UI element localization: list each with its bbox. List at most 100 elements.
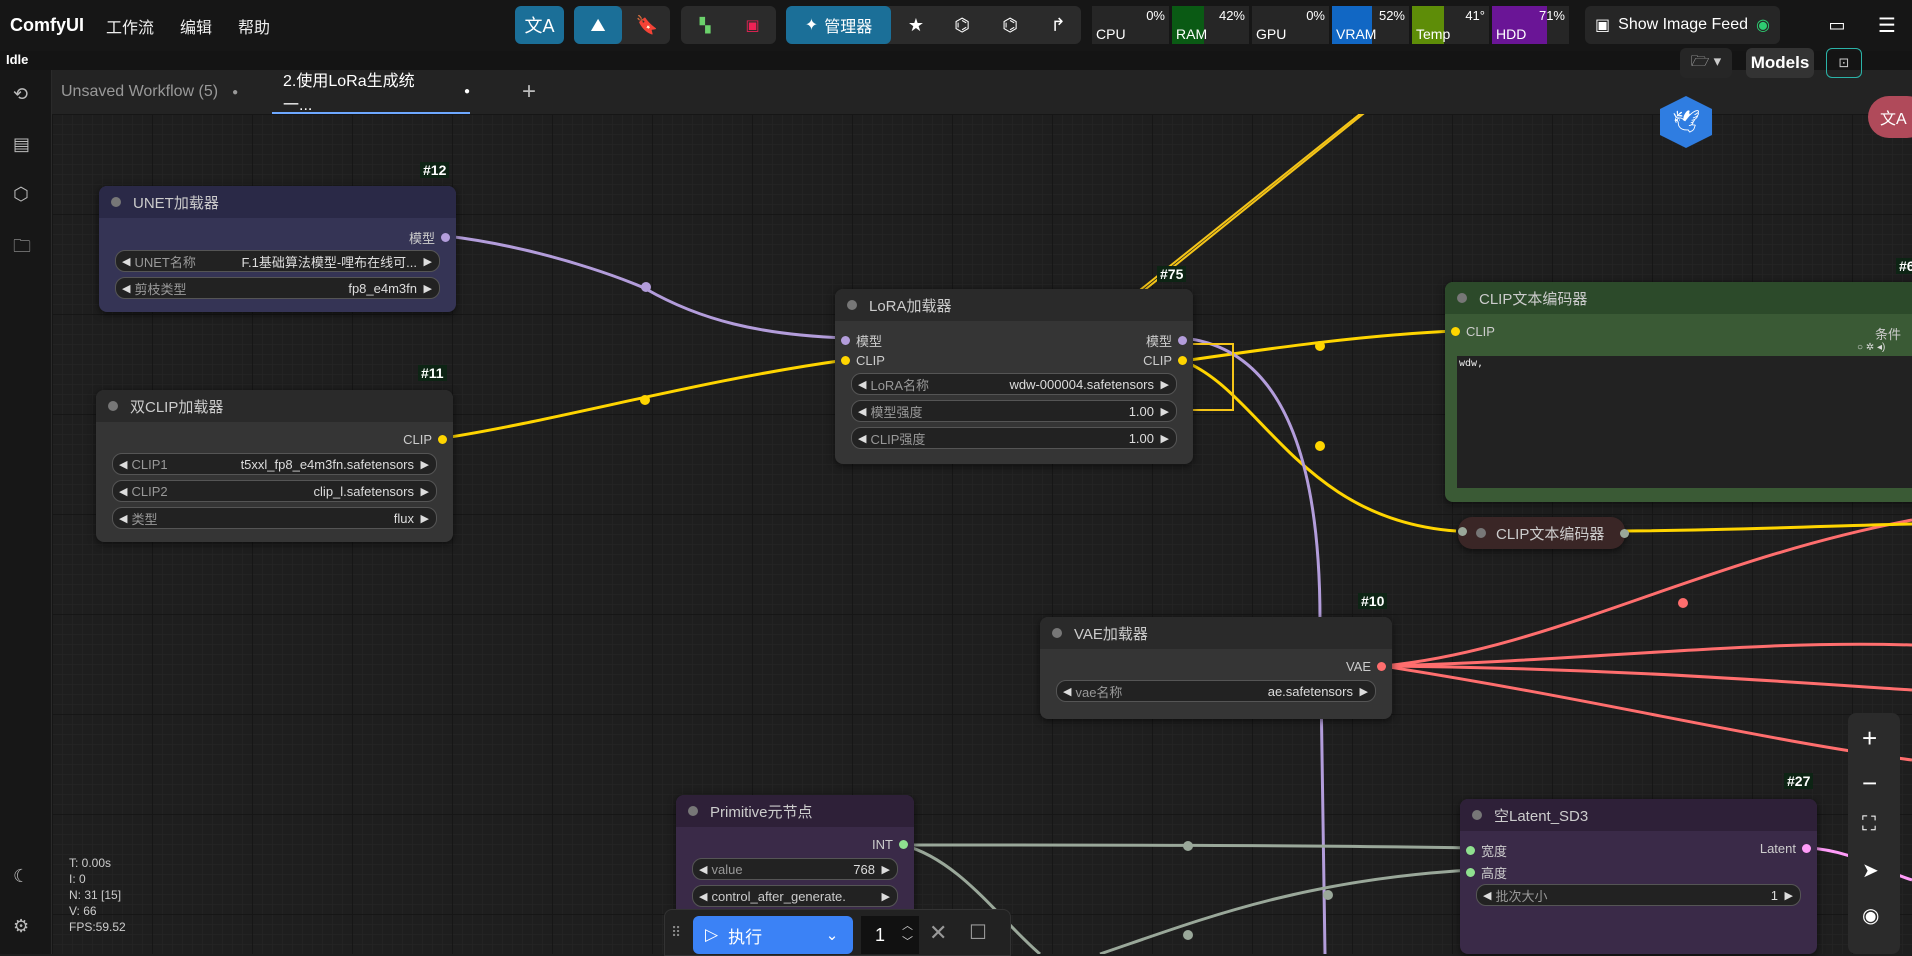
arrow-right-icon[interactable]: ▶ bbox=[1360, 685, 1368, 698]
node-empty-latent-sd3[interactable]: 空Latent_SD3 宽度 高度 Latent ◀ 批次大小 1 ▶ bbox=[1460, 799, 1817, 954]
arrow-right-icon[interactable]: ▶ bbox=[882, 890, 890, 903]
widget-batch-size[interactable]: ◀ 批次大小 1 ▶ bbox=[1476, 884, 1801, 906]
hamburger-menu-button[interactable]: ☰ bbox=[1870, 6, 1904, 44]
arrow-left-icon[interactable]: ◀ bbox=[119, 458, 127, 471]
batch-count-input[interactable]: 1 ︿ ﹀ bbox=[861, 916, 919, 954]
node-lora-loader[interactable]: LoRA加载器 模型 CLIP 模型 CLIP ◀ LoRA名称 wdw-000… bbox=[835, 289, 1193, 464]
node-title[interactable]: 双CLIP加载器 bbox=[96, 390, 453, 422]
cancel-icon[interactable]: ✕ bbox=[929, 920, 947, 946]
widget-lora-name[interactable]: ◀ LoRA名称 wdw-000004.safetensors ▶ bbox=[851, 373, 1177, 395]
widget-control-after-generate[interactable]: ◀ control_after_generate . ▶ bbox=[692, 885, 898, 907]
input-slot-clip[interactable] bbox=[1458, 527, 1467, 536]
gear-icon[interactable]: ⚙ bbox=[13, 916, 37, 940]
save-models-button[interactable]: ⊡ bbox=[1826, 48, 1862, 78]
new-tab-button[interactable]: + bbox=[522, 70, 552, 114]
arrow-left-icon[interactable]: ◀ bbox=[858, 432, 866, 445]
save-workflow-button[interactable]: ▣ bbox=[729, 6, 776, 44]
node-title[interactable]: CLIP文本编码器 bbox=[1445, 282, 1912, 314]
widget-type[interactable]: ◀ 类型 flux ▶ bbox=[112, 507, 437, 529]
widget-clip-strength[interactable]: ◀ CLIP强度 1.00 ▶ bbox=[851, 427, 1177, 449]
tab-lora-workflow[interactable]: 2.使用LoRa生成统一... ● bbox=[272, 70, 470, 114]
collapse-dot-icon[interactable] bbox=[1052, 628, 1062, 638]
circle-icon[interactable]: ○ bbox=[1857, 342, 1863, 353]
model-button-1[interactable]: ⌬ bbox=[939, 6, 985, 44]
node-title[interactable]: UNET加载器 bbox=[99, 186, 456, 218]
widget-model-strength[interactable]: ◀ 模型强度 1.00 ▶ bbox=[851, 400, 1177, 422]
widget-unet-name[interactable]: ◀ UNET名称 F.1基础算法模型-哩布在线可... ▶ bbox=[115, 250, 440, 272]
arrow-right-icon[interactable]: ▶ bbox=[1161, 432, 1169, 445]
arrow-left-icon[interactable]: ◀ bbox=[1063, 685, 1071, 698]
speaker-icon[interactable]: ◂) bbox=[1877, 342, 1885, 353]
menu-edit[interactable]: 编辑 bbox=[180, 14, 212, 38]
node-title[interactable]: 空Latent_SD3 bbox=[1460, 799, 1817, 831]
history-icon[interactable]: ⟲ bbox=[13, 84, 37, 108]
arrow-left-icon[interactable]: ◀ bbox=[122, 255, 130, 268]
output-slot-vae[interactable]: VAE bbox=[1346, 659, 1386, 674]
collapse-dot-icon[interactable] bbox=[1472, 810, 1482, 820]
arrow-left-icon[interactable]: ◀ bbox=[699, 890, 707, 903]
input-slot-height[interactable]: 高度 bbox=[1466, 863, 1507, 882]
collapse-dot-icon[interactable] bbox=[847, 300, 857, 310]
collapse-dot-icon[interactable] bbox=[1476, 528, 1486, 538]
widget-vae-name[interactable]: ◀ vae名称 ae.safetensors ▶ bbox=[1056, 680, 1376, 702]
input-slot-model[interactable]: 模型 bbox=[841, 331, 882, 350]
arrow-right-icon[interactable]: ▶ bbox=[421, 512, 429, 525]
translate-button[interactable]: 文A bbox=[515, 6, 564, 44]
collapse-dot-icon[interactable] bbox=[688, 806, 698, 816]
translate-float-button[interactable]: 文A bbox=[1868, 96, 1912, 138]
arrow-left-icon[interactable]: ◀ bbox=[122, 282, 130, 295]
prompt-textarea[interactable]: wdw, bbox=[1457, 356, 1912, 488]
arrow-right-icon[interactable]: ▶ bbox=[421, 485, 429, 498]
arrow-right-icon[interactable]: ▶ bbox=[424, 255, 432, 268]
moon-icon[interactable]: ☾ bbox=[13, 866, 37, 890]
star-button[interactable]: ★ bbox=[893, 6, 939, 44]
bookmark-button[interactable]: 🔖 bbox=[624, 6, 670, 44]
menu-workflow[interactable]: 工作流 bbox=[106, 14, 154, 38]
node-dualclip-loader[interactable]: 双CLIP加载器 CLIP ◀ CLIP1 t5xxl_fp8_e4m3fn.s… bbox=[96, 390, 453, 542]
widget-clip1[interactable]: ◀ CLIP1 t5xxl_fp8_e4m3fn.safetensors ▶ bbox=[112, 453, 437, 475]
drag-handle-icon[interactable]: ⠿ bbox=[671, 924, 681, 941]
zoom-in-icon[interactable]: + bbox=[1862, 723, 1886, 753]
tab-unsaved-workflow[interactable]: Unsaved Workflow (5) ● bbox=[52, 70, 270, 114]
panel-toggle-button[interactable]: ▭ bbox=[1820, 6, 1854, 44]
models-button[interactable]: Models bbox=[1746, 48, 1814, 78]
output-slot-conditioning[interactable]: 条件 bbox=[1875, 324, 1901, 343]
widget-value[interactable]: ◀ value 768 ▶ bbox=[692, 858, 898, 880]
manager-button[interactable]: ✦ 管理器 bbox=[786, 6, 891, 44]
node-clip-text-encoder-2[interactable]: CLIP文本编码器 bbox=[1458, 517, 1629, 549]
menu-help[interactable]: 帮助 bbox=[238, 14, 270, 38]
crystools-button[interactable]: ⛰ bbox=[574, 6, 622, 44]
output-slot-clip[interactable]: CLIP bbox=[1143, 353, 1187, 368]
share-button[interactable]: ↱ bbox=[1035, 6, 1081, 44]
collapse-dot-icon[interactable] bbox=[108, 401, 118, 411]
queue-list-icon[interactable]: ▤ bbox=[13, 134, 37, 158]
node-unet-loader[interactable]: UNET加载器 模型 ◀ UNET名称 F.1基础算法模型-哩布在线可... ▶… bbox=[99, 186, 456, 312]
eye-icon[interactable]: ◉ bbox=[1862, 903, 1886, 927]
widget-weight-dtype[interactable]: ◀ 剪枝类型 fp8_e4m3fn ▶ bbox=[115, 277, 440, 299]
run-mode-dropdown[interactable]: ⌄ bbox=[811, 916, 853, 954]
fit-view-icon[interactable]: ⛶ bbox=[1862, 813, 1886, 837]
collapse-dot-icon[interactable] bbox=[1457, 293, 1467, 303]
node-title[interactable]: VAE加载器 bbox=[1040, 617, 1392, 649]
arrow-right-icon[interactable]: ▶ bbox=[1161, 405, 1169, 418]
arrow-right-icon[interactable]: ▶ bbox=[882, 863, 890, 876]
model-button-2[interactable]: ⌬ bbox=[987, 6, 1033, 44]
stop-icon[interactable]: ☐ bbox=[969, 920, 987, 945]
arrow-right-icon[interactable]: ▶ bbox=[1161, 378, 1169, 391]
output-slot-model[interactable]: 模型 bbox=[409, 228, 450, 247]
arrow-left-icon[interactable]: ◀ bbox=[699, 863, 707, 876]
slot-dot-icon[interactable] bbox=[1620, 529, 1629, 538]
arrow-left-icon[interactable]: ◀ bbox=[119, 512, 127, 525]
output-slot-int[interactable]: INT bbox=[872, 837, 908, 852]
arrow-left-icon[interactable]: ◀ bbox=[858, 378, 866, 391]
input-slot-clip[interactable]: CLIP bbox=[1451, 324, 1495, 339]
stepper-icon[interactable]: ︿ ﹀ bbox=[902, 918, 913, 950]
arrow-left-icon[interactable]: ◀ bbox=[858, 405, 866, 418]
arrow-right-icon[interactable]: ▶ bbox=[421, 458, 429, 471]
cog-icon[interactable]: ✲ bbox=[1866, 342, 1874, 353]
folder-dropdown-button[interactable]: 🗁 ▾ bbox=[1680, 48, 1732, 78]
node-clip-text-encoder-1[interactable]: CLIP文本编码器 CLIP 条件 ○ ✲ ◂) wdw, bbox=[1445, 282, 1912, 502]
node-vae-loader[interactable]: VAE加载器 VAE ◀ vae名称 ae.safetensors ▶ bbox=[1040, 617, 1392, 719]
show-image-feed-button[interactable]: ▣ Show Image Feed ◉ bbox=[1585, 6, 1780, 44]
node-title[interactable]: Primitive元节点 bbox=[676, 795, 914, 827]
